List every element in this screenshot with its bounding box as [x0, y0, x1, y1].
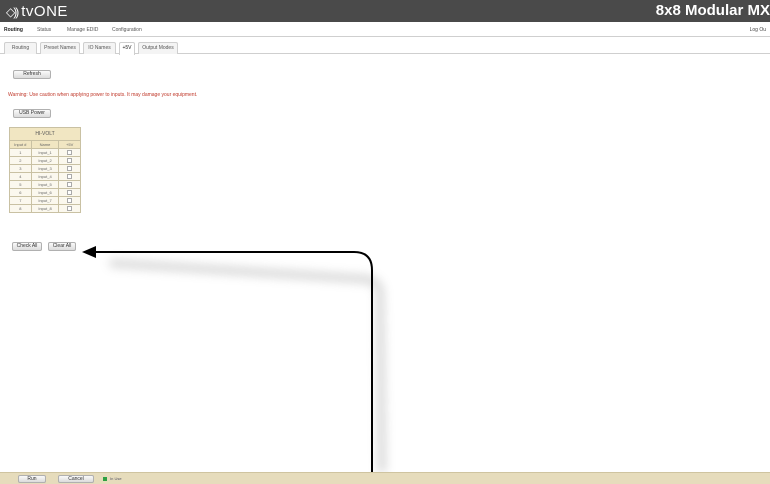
run-button[interactable]: Run	[18, 475, 46, 483]
arrow-line	[92, 251, 373, 472]
status-bar: Run Cancel In Use	[0, 472, 770, 484]
connection-status-icon	[103, 477, 107, 481]
arrow-shadow	[109, 259, 386, 473]
cancel-button[interactable]: Cancel	[58, 475, 94, 483]
connection-status: In Use	[110, 476, 122, 481]
arrow-head-icon	[82, 246, 96, 258]
annotation-arrow	[82, 246, 386, 473]
